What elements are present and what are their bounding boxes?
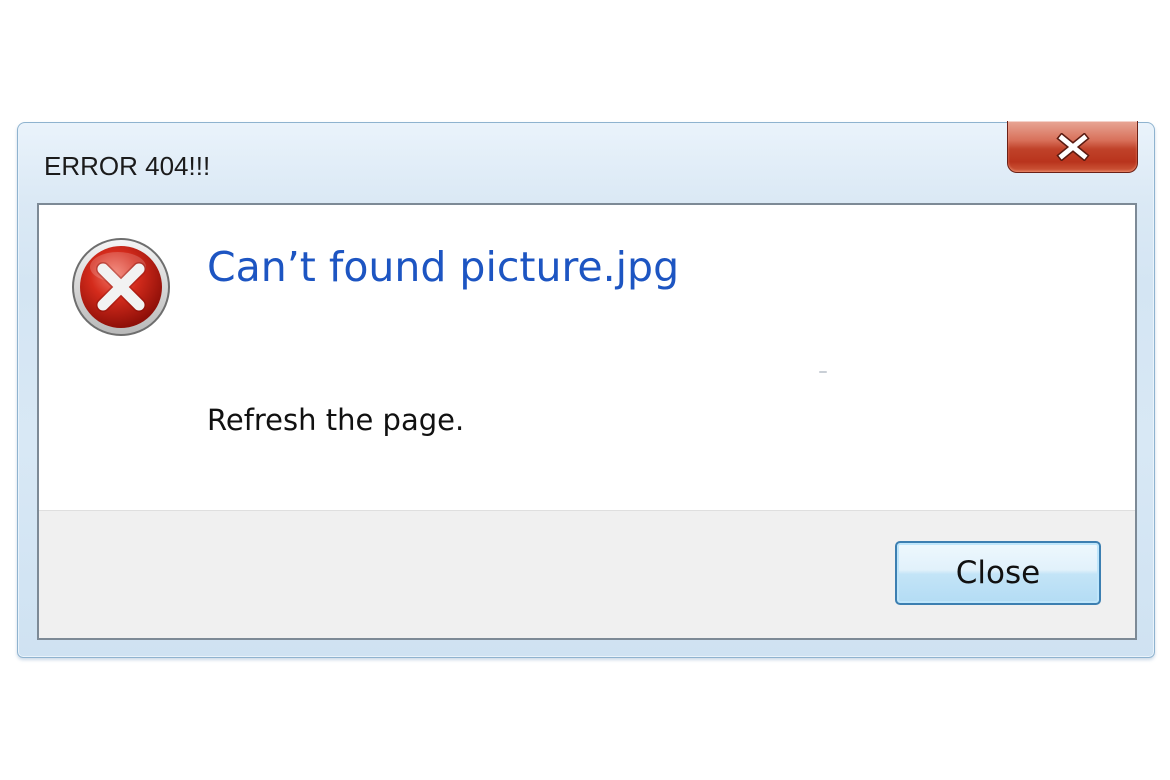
dialog-client-area: Can’t found picture.jpg Refresh the page… <box>37 203 1137 640</box>
close-x-icon <box>1055 132 1090 161</box>
dialog-content: Can’t found picture.jpg Refresh the page… <box>39 205 1135 510</box>
error-dialog-window: ERROR 404!!! Can’t found picture.jpg Ref… <box>17 121 1155 658</box>
dialog-footer: Close <box>39 510 1135 638</box>
main-instruction: Can’t found picture.jpg <box>207 243 680 291</box>
content-text: Refresh the page. <box>207 403 465 437</box>
decorative-mark <box>819 371 827 373</box>
window-title: ERROR 404!!! <box>44 151 211 181</box>
window-close-button[interactable] <box>1007 121 1138 173</box>
close-button[interactable]: Close <box>895 541 1101 605</box>
error-icon <box>72 238 170 336</box>
